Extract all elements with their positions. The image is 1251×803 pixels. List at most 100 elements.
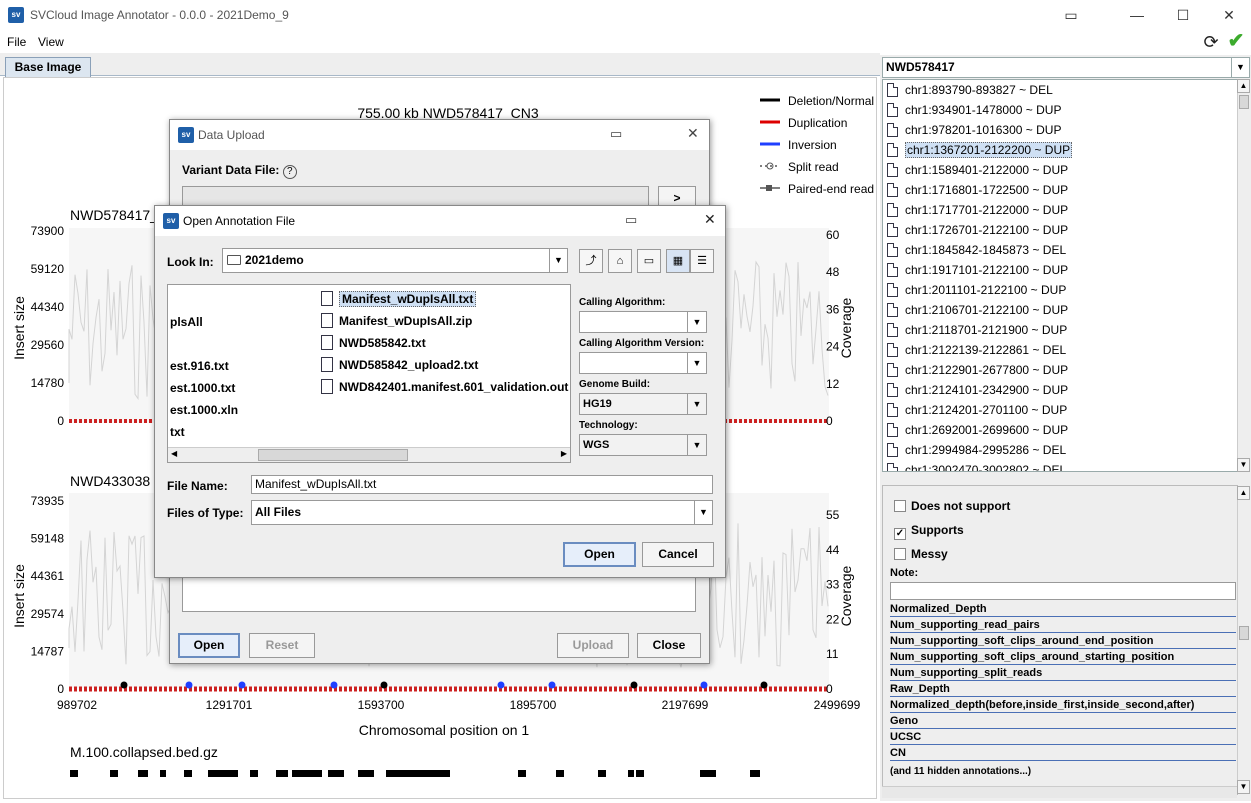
variant-list-item[interactable]: chr1:1917101-2122100 ~ DUP <box>883 260 1237 280</box>
scroll-thumb[interactable] <box>258 449 408 461</box>
variant-list-item[interactable]: chr1:2124201-2701100 ~ DUP <box>883 400 1237 420</box>
annotation-hscrollbar[interactable] <box>882 786 1237 798</box>
help-icon[interactable]: ? <box>282 165 297 179</box>
up-folder-icon[interactable]: ⤴ <box>579 249 603 273</box>
variant-list-item[interactable]: chr1:2122139-2122861 ~ DEL <box>883 340 1237 360</box>
genome-build-select[interactable]: HG19 ▼ <box>579 393 707 415</box>
details-view-icon[interactable]: ☰ <box>690 249 714 273</box>
scroll-thumb[interactable] <box>1239 626 1249 640</box>
check-icon[interactable]: ✔ <box>1224 30 1248 52</box>
chevron-down-icon[interactable]: ▼ <box>694 501 712 524</box>
refresh-icon[interactable]: ⟳ <box>1200 31 1222 53</box>
file-list-item[interactable]: Manifest_wDupIsAll.txt <box>321 288 568 310</box>
file-list-item[interactable]: est.916.txt <box>170 355 238 377</box>
file-list-item[interactable]: Manifest_wDupIsAll.zip <box>321 310 568 332</box>
annotation-field-input[interactable] <box>890 664 1236 665</box>
annotation-field-input[interactable] <box>890 696 1236 697</box>
scroll-left-icon[interactable]: ◀ <box>171 449 177 458</box>
chevron-down-icon[interactable]: ▼ <box>687 353 706 373</box>
variant-list-item[interactable]: chr1:893790-893827 ~ DEL <box>883 80 1237 100</box>
checkbox-2[interactable]: Messy <box>894 547 948 561</box>
home-icon[interactable]: ⌂ <box>608 249 632 273</box>
file-list-item[interactable]: NWD585842_upload2.txt <box>321 354 568 376</box>
checkbox-box[interactable]: ✓ <box>894 528 906 540</box>
file-name-input[interactable]: Manifest_wDupIsAll.txt <box>251 475 713 494</box>
annotation-scrollbar[interactable]: ▲ ▼ <box>1237 486 1250 794</box>
file-list-hscrollbar[interactable]: ◀ ▶ <box>168 447 570 462</box>
variant-list-item[interactable]: chr1:2011101-2122100 ~ DUP <box>883 280 1237 300</box>
checkbox-box[interactable] <box>894 500 906 512</box>
variant-list-item[interactable]: chr1:3002470-3002802 ~ DEL <box>883 460 1237 471</box>
variant-list-item[interactable]: chr1:2994984-2995286 ~ DEL <box>883 440 1237 460</box>
variant-list-item[interactable]: chr1:978201-1016300 ~ DUP <box>883 120 1237 140</box>
chevron-down-icon[interactable]: ▼ <box>687 312 706 332</box>
reset-button[interactable]: Reset <box>249 633 315 658</box>
file-list-item[interactable]: txt <box>170 421 238 443</box>
annotation-field-input[interactable] <box>890 712 1236 713</box>
file-list-item[interactable]: est.1000.xln <box>170 399 238 421</box>
variant-list-item[interactable]: chr1:2692001-2699600 ~ DUP <box>883 420 1237 440</box>
close-icon[interactable]: ✕ <box>704 211 716 228</box>
variant-list-item[interactable]: chr1:1367201-2122200 ~ DUP <box>883 140 1237 160</box>
new-folder-icon[interactable]: ▭ <box>637 249 661 273</box>
scroll-down-icon[interactable]: ▼ <box>1237 458 1250 472</box>
close-icon[interactable]: ✕ <box>687 125 699 142</box>
variant-list-item[interactable]: chr1:934901-1478000 ~ DUP <box>883 100 1237 120</box>
checkbox-0[interactable]: Does not support <box>894 499 1010 513</box>
file-list-item[interactable]: est.1000.txt <box>170 377 238 399</box>
upload-open-button[interactable]: Open <box>178 633 240 658</box>
variant-list-item[interactable]: chr1:1717701-2122000 ~ DUP <box>883 200 1237 220</box>
cancel-button[interactable]: Cancel <box>642 542 714 567</box>
scroll-up-icon[interactable]: ▲ <box>1237 486 1250 500</box>
minimize-icon[interactable]: — <box>1114 4 1160 26</box>
annotation-field-input[interactable] <box>890 648 1236 649</box>
chevron-down-icon[interactable]: ▼ <box>549 249 567 272</box>
restore-icon[interactable]: ▭ <box>1048 4 1094 26</box>
scroll-up-icon[interactable]: ▲ <box>1237 79 1250 93</box>
chevron-down-icon[interactable]: ▼ <box>687 435 706 455</box>
technology-select[interactable]: WGS ▼ <box>579 434 707 456</box>
open-button[interactable]: Open <box>563 542 636 567</box>
variant-list[interactable]: chr1:893790-893827 ~ DEL chr1:934901-1478… <box>882 79 1238 472</box>
restore-icon[interactable]: ▭ <box>610 126 622 142</box>
file-list-item[interactable]: NWD842401.manifest.601_validation.out <box>321 376 568 398</box>
files-of-type-select[interactable]: All Files ▼ <box>251 500 713 525</box>
menu-file[interactable]: File <box>7 35 26 49</box>
file-list[interactable]: plsAll est.916.txt est.1000.txt est.1000.xl… <box>167 284 571 463</box>
calling-version-select[interactable]: ▼ <box>579 352 707 374</box>
checkbox-1[interactable]: ✓ Supports <box>894 523 964 540</box>
sample-select[interactable]: NWD578417 ▼ <box>882 57 1250 78</box>
variant-list-item[interactable]: chr1:1726701-2122100 ~ DUP <box>883 220 1237 240</box>
variant-list-item[interactable]: chr1:2124101-2342900 ~ DUP <box>883 380 1237 400</box>
annotation-field-input[interactable] <box>890 680 1236 681</box>
file-list-item[interactable]: NWD585842.txt <box>321 332 568 354</box>
calling-algorithm-select[interactable]: ▼ <box>579 311 707 333</box>
close-button[interactable]: Close <box>637 633 701 658</box>
scroll-down-icon[interactable]: ▼ <box>1237 780 1250 794</box>
restore-icon[interactable]: ▭ <box>625 212 637 228</box>
chevron-down-icon[interactable]: ▼ <box>687 394 706 414</box>
scroll-right-icon[interactable]: ▶ <box>561 449 567 458</box>
annotation-field-input[interactable] <box>890 616 1236 617</box>
annotation-field-input[interactable] <box>890 632 1236 633</box>
variant-list-item[interactable]: chr1:2118701-2121900 ~ DUP <box>883 320 1237 340</box>
note-input[interactable] <box>890 582 1236 600</box>
annotation-field-input[interactable] <box>890 728 1236 729</box>
annotation-field-input[interactable] <box>890 744 1236 745</box>
variant-list-item[interactable]: chr1:2106701-2122100 ~ DUP <box>883 300 1237 320</box>
upload-button[interactable]: Upload <box>557 633 629 658</box>
close-icon[interactable]: ✕ <box>1206 4 1251 26</box>
variant-list-item[interactable]: chr1:1716801-1722500 ~ DUP <box>883 180 1237 200</box>
file-list-item[interactable]: plsAll <box>170 311 238 333</box>
annotation-field-input[interactable] <box>890 760 1236 761</box>
variant-list-item[interactable]: chr1:2122901-2677800 ~ DUP <box>883 360 1237 380</box>
chevron-down-icon[interactable]: ▼ <box>1231 58 1249 77</box>
maximize-icon[interactable]: ☐ <box>1160 4 1206 26</box>
scroll-thumb[interactable] <box>1239 95 1249 109</box>
tab-base-image[interactable]: Base Image <box>5 57 91 77</box>
look-in-select[interactable]: 2021demo ▼ <box>222 248 568 273</box>
list-view-icon[interactable]: ▦ <box>666 249 690 273</box>
checkbox-box[interactable] <box>894 548 906 560</box>
variant-list-item[interactable]: chr1:1589401-2122000 ~ DUP <box>883 160 1237 180</box>
variant-list-item[interactable]: chr1:1845842-1845873 ~ DEL <box>883 240 1237 260</box>
